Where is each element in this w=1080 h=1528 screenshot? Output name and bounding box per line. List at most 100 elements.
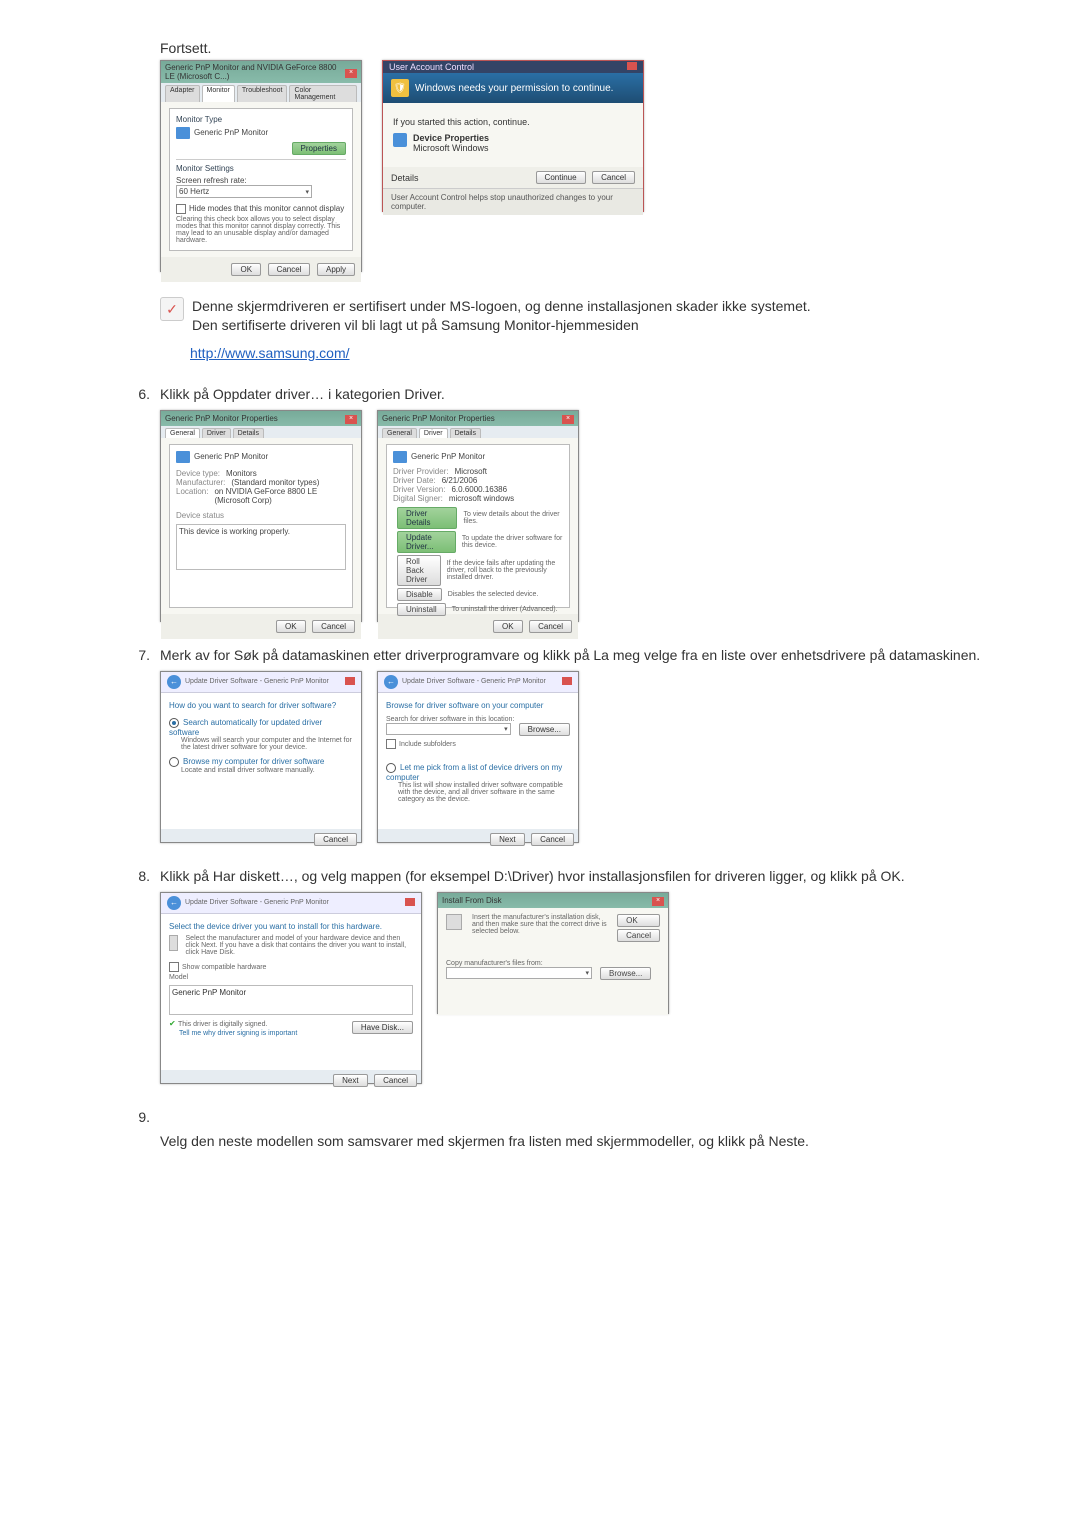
driver-date-value: 6/21/2006 <box>442 476 478 485</box>
rollback-driver-button[interactable]: Roll Back Driver <box>397 555 441 586</box>
model-list[interactable]: Generic PnP Monitor <box>169 985 413 1015</box>
next-button[interactable]: Next <box>333 1074 367 1087</box>
cancel-button[interactable]: Cancel <box>531 833 574 846</box>
browse-button[interactable]: Browse... <box>600 967 651 980</box>
back-icon[interactable]: ← <box>384 675 398 689</box>
tab-driver[interactable]: Driver <box>202 428 231 438</box>
monitor-name: Generic PnP Monitor <box>194 128 268 137</box>
radio-browse[interactable] <box>169 757 179 767</box>
search-location-label: Search for driver software in this locat… <box>386 716 570 723</box>
device-status-box: This device is working properly. <box>176 524 346 570</box>
dialog-title: Generic PnP Monitor Properties <box>165 414 278 423</box>
properties-button[interactable]: Properties <box>292 142 346 155</box>
option-auto-search[interactable]: Search automatically for updated driver … <box>169 718 322 737</box>
provider-value: Microsoft <box>455 467 487 476</box>
tab-adapter[interactable]: Adapter <box>165 85 200 102</box>
tab-general[interactable]: General <box>165 428 200 438</box>
path-dropdown[interactable] <box>386 723 511 735</box>
option-browse[interactable]: Browse my computer for driver software <box>183 757 324 766</box>
refresh-rate-label: Screen refresh rate: <box>176 176 346 185</box>
uac-header-text: Windows needs your permission to continu… <box>415 83 613 94</box>
refresh-rate-dropdown[interactable]: 60 Hertz <box>176 185 312 198</box>
uninstall-button[interactable]: Uninstall <box>397 603 446 616</box>
step-6: 6. Klikk på Oppdater driver… i kategorie… <box>130 386 1020 402</box>
monitor-settings-label: Monitor Settings <box>176 164 346 173</box>
uac-app-publisher: Microsoft Windows <box>413 143 489 153</box>
note-icon: ✓ <box>160 297 184 321</box>
tab-details[interactable]: Details <box>450 428 481 438</box>
signing-link[interactable]: Tell me why driver signing is important <box>179 1030 297 1037</box>
tab-troubleshoot[interactable]: Troubleshoot <box>237 85 288 102</box>
location-value: on NVIDIA GeForce 8800 LE (Microsoft Cor… <box>214 487 346 505</box>
update-driver-button[interactable]: Update Driver... <box>397 531 456 553</box>
radio-auto[interactable] <box>169 718 179 728</box>
cancel-button[interactable]: Cancel <box>592 171 635 184</box>
step-8: 8. Klikk på Har diskett…, og velg mappen… <box>130 868 1020 884</box>
compat-label: Show compatible hardware <box>182 964 266 971</box>
device-type-label: Device type: <box>176 469 220 478</box>
tab-driver[interactable]: Driver <box>419 428 448 438</box>
driver-details-button[interactable]: Driver Details <box>397 507 457 529</box>
continue-button[interactable]: Continue <box>536 171 586 184</box>
include-subfolders-checkbox[interactable] <box>386 739 396 749</box>
hide-modes-checkbox[interactable] <box>176 204 186 214</box>
option-pick-list[interactable]: Let me pick from a list of device driver… <box>386 763 562 782</box>
close-icon[interactable]: × <box>345 415 357 424</box>
samsung-url[interactable]: http://www.samsung.com/ <box>190 345 1020 361</box>
copy-path-dropdown[interactable] <box>446 967 592 979</box>
details-toggle[interactable]: Details <box>391 173 419 183</box>
ok-button[interactable]: OK <box>493 620 523 633</box>
driver-version-label: Driver Version: <box>393 485 445 494</box>
browse-button[interactable]: Browse... <box>519 723 570 736</box>
wizard-crumb: Update Driver Software - Generic PnP Mon… <box>185 678 329 685</box>
close-icon[interactable] <box>562 677 572 685</box>
driver-details-desc: To view details about the driver files. <box>463 511 563 525</box>
radio-pick[interactable] <box>386 763 396 773</box>
location-label: Location: <box>176 487 208 505</box>
compat-checkbox[interactable] <box>169 962 179 972</box>
ok-button[interactable]: OK <box>276 620 306 633</box>
ok-button[interactable]: OK <box>617 914 660 927</box>
monitor-icon <box>176 451 190 463</box>
intro-text: Fortsett. <box>160 40 1020 56</box>
cancel-button[interactable]: Cancel <box>529 620 572 633</box>
close-icon[interactable] <box>627 62 637 70</box>
install-from-disk-dialog: Install From Disk× Insert the manufactur… <box>437 892 669 1014</box>
back-icon[interactable]: ← <box>167 896 181 910</box>
cancel-button[interactable]: Cancel <box>314 833 357 846</box>
cancel-button[interactable]: Cancel <box>312 620 355 633</box>
back-icon[interactable]: ← <box>167 675 181 689</box>
disable-button[interactable]: Disable <box>397 588 442 601</box>
close-icon[interactable] <box>345 677 355 685</box>
cancel-button[interactable]: Cancel <box>617 929 660 942</box>
wizard-heading: Browse for driver software on your compu… <box>386 701 570 710</box>
step-9-text: Velg den neste modellen som samsvarer me… <box>160 1133 1020 1149</box>
have-disk-button[interactable]: Have Disk... <box>352 1021 413 1034</box>
uac-titlebar: User Account Control <box>383 61 643 73</box>
close-icon[interactable]: × <box>562 415 574 424</box>
driver-date-label: Driver Date: <box>393 476 436 485</box>
signer-value: microsoft windows <box>449 494 514 503</box>
option-browse-desc: Locate and install driver software manua… <box>181 767 353 774</box>
apply-button[interactable]: Apply <box>317 263 355 276</box>
properties-driver-dialog: Generic PnP Monitor Properties× General … <box>377 410 579 622</box>
hide-modes-label: Hide modes that this monitor cannot disp… <box>189 204 344 213</box>
wizard-subtext: Select the manufacturer and model of you… <box>186 935 413 956</box>
close-icon[interactable]: × <box>345 69 357 78</box>
next-button[interactable]: Next <box>490 833 524 846</box>
tab-monitor[interactable]: Monitor <box>202 85 235 102</box>
update-wizard-search: ← Update Driver Software - Generic PnP Mo… <box>160 671 362 843</box>
close-icon[interactable] <box>405 898 415 906</box>
cancel-button[interactable]: Cancel <box>374 1074 417 1087</box>
tab-details[interactable]: Details <box>233 428 264 438</box>
update-driver-desc: To update the driver software for this d… <box>462 535 563 549</box>
tab-general[interactable]: General <box>382 428 417 438</box>
device-status-label: Device status <box>176 511 346 520</box>
device-name: Generic PnP Monitor <box>411 452 485 461</box>
close-icon[interactable]: × <box>652 897 664 906</box>
step-9: 9. <box>130 1109 1020 1125</box>
option-auto-desc: Windows will search your computer and th… <box>181 737 353 751</box>
cancel-button[interactable]: Cancel <box>268 263 311 276</box>
tab-color-management[interactable]: Color Management <box>289 85 357 102</box>
ok-button[interactable]: OK <box>231 263 261 276</box>
